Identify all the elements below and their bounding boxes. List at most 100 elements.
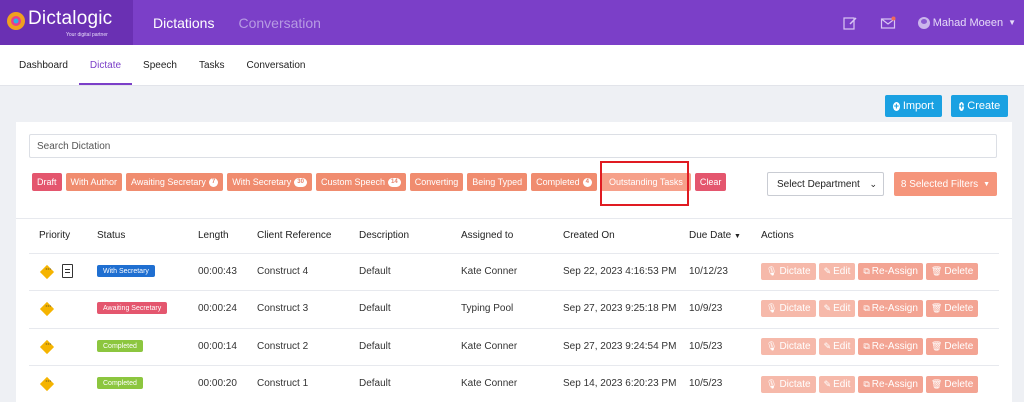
header-due-date[interactable]: Due Date ▼	[689, 230, 741, 241]
client-cell: Construct 3	[257, 303, 309, 314]
chip-count: 7	[208, 177, 219, 187]
sort-desc-icon: ▼	[734, 233, 741, 240]
header-length[interactable]: Length	[198, 230, 229, 241]
header-description[interactable]: Description	[359, 230, 409, 241]
reassign-label: Re-Assign	[871, 303, 918, 314]
dictate-label: Dictate	[779, 341, 811, 352]
delete-label: Delete	[944, 341, 974, 352]
department-select[interactable]: Select Department ⌄	[767, 172, 884, 196]
assigned-cell: Kate Conner	[461, 266, 518, 277]
due-cell: 10/5/23	[689, 341, 723, 352]
trash-icon: 🗑	[930, 303, 943, 313]
dictate-label: Dictate	[779, 266, 811, 277]
dictate-button[interactable]: 🎙 Dictate	[761, 338, 816, 355]
edit-button[interactable]: ✎ Edit	[818, 300, 856, 317]
tab-conversation[interactable]: Conversation	[236, 45, 317, 85]
reassign-label: Re-Assign	[871, 379, 918, 390]
description-cell: Default	[359, 303, 391, 314]
user-name: Mahad Moeen	[932, 16, 1004, 29]
chip-converting[interactable]: Converting	[409, 173, 464, 191]
chip-with-author[interactable]: With Author	[65, 173, 123, 191]
edit-button[interactable]: ✎ Edit	[818, 376, 856, 393]
tab-speech[interactable]: Speech	[132, 45, 188, 85]
edit-label: Edit	[833, 303, 851, 314]
tab-dashboard[interactable]: Dashboard	[8, 45, 79, 85]
topnav-dictations[interactable]: Dictations	[153, 15, 214, 31]
chip-awaiting-secretary[interactable]: Awaiting Secretary 7	[126, 173, 224, 191]
header-status[interactable]: Status	[97, 230, 125, 241]
description-cell: Default	[359, 378, 391, 389]
status-badge: Awaiting Secretary	[97, 302, 168, 314]
row-divider	[29, 290, 999, 291]
caret-down-icon: ▼	[983, 180, 991, 188]
priority-medium-icon	[39, 264, 55, 280]
chip-count: 4	[582, 177, 592, 187]
delete-label: Delete	[944, 266, 974, 277]
header-client-reference[interactable]: Client Reference	[257, 230, 331, 241]
chip-completed[interactable]: Completed 4	[531, 173, 597, 191]
delete-button[interactable]: 🗑 Delete	[925, 376, 979, 393]
chip-label: Being Typed	[472, 177, 523, 187]
edit-label: Edit	[833, 341, 851, 352]
edit-button[interactable]: ✎ Edit	[818, 263, 856, 280]
length-cell: 00:00:14	[198, 341, 237, 352]
reassign-button[interactable]: ⧉ Re-Assign	[858, 338, 923, 355]
chip-being-typed[interactable]: Being Typed	[467, 173, 528, 191]
reassign-icon: ⧉	[863, 303, 870, 313]
logo[interactable]: Dictalogic Your digital partner	[0, 0, 133, 45]
priority-medium-icon	[39, 376, 55, 392]
chip-count: 14	[388, 177, 401, 187]
chip-draft[interactable]: Draft	[32, 173, 62, 191]
logo-mark-icon	[7, 12, 25, 30]
trash-icon: 🗑	[930, 341, 943, 351]
due-cell: 10/9/23	[689, 303, 723, 314]
trash-icon: 🗑	[930, 379, 943, 389]
delete-button[interactable]: 🗑 Delete	[925, 338, 979, 355]
plus-icon: +	[893, 100, 900, 111]
dictate-button[interactable]: 🎙 Dictate	[761, 376, 816, 393]
tab-dictate[interactable]: Dictate	[78, 45, 133, 85]
plus-icon: +	[959, 100, 965, 111]
reassign-button[interactable]: ⧉ Re-Assign	[858, 300, 923, 317]
tab-tasks[interactable]: Tasks	[188, 45, 236, 85]
chip-with-secretary[interactable]: With Secretary 30	[227, 173, 312, 191]
chip-label: Converting	[414, 177, 459, 187]
mic-icon: 🎙	[766, 303, 778, 313]
row-actions: 🎙 Dictate ✎ Edit ⧉ Re-Assign 🗑 Delete	[761, 300, 979, 317]
user-menu[interactable]: Mahad Moeen ▼	[917, 16, 1016, 29]
reassign-button[interactable]: ⧉ Re-Assign	[858, 376, 923, 393]
edit-button[interactable]: ✎ Edit	[818, 338, 856, 355]
avatar	[917, 16, 930, 29]
header-priority[interactable]: Priority	[39, 230, 70, 241]
delete-button[interactable]: 🗑 Delete	[925, 263, 979, 280]
chip-custom-speech[interactable]: Custom Speech 14	[315, 173, 406, 191]
chip-clear[interactable]: Clear	[694, 173, 727, 191]
mail-icon[interactable]	[880, 15, 896, 31]
search-input[interactable]: Search Dictation	[29, 134, 997, 158]
reassign-icon: ⧉	[863, 341, 870, 351]
status-badge: With Secretary	[97, 265, 155, 277]
dictate-button[interactable]: 🎙 Dictate	[761, 263, 816, 280]
status-badge: Completed	[97, 340, 143, 352]
edit-note-icon[interactable]	[842, 15, 858, 31]
edit-icon: ✎	[823, 341, 832, 351]
brand-tagline: Your digital partner	[66, 32, 108, 38]
delete-button[interactable]: 🗑 Delete	[925, 300, 979, 317]
dictate-button[interactable]: 🎙 Dictate	[761, 300, 816, 317]
selected-filters-button[interactable]: 8 Selected Filters ▼	[894, 172, 997, 196]
due-date-label: Due Date	[689, 230, 732, 241]
header-created-on[interactable]: Created On	[563, 230, 615, 241]
chevron-down-icon: ▼	[1008, 18, 1016, 27]
chip-label: Awaiting Secretary	[131, 177, 206, 187]
document-icon[interactable]	[62, 264, 73, 278]
topnav-conversation[interactable]: Conversation	[238, 15, 321, 31]
divider	[16, 218, 1012, 219]
priority-medium-icon	[39, 339, 55, 355]
import-button[interactable]: + Import	[885, 95, 942, 117]
reassign-button[interactable]: ⧉ Re-Assign	[858, 263, 923, 280]
edit-icon: ✎	[823, 266, 832, 276]
row-actions: 🎙 Dictate ✎ Edit ⧉ Re-Assign 🗑 Delete	[761, 338, 979, 355]
client-cell: Construct 1	[257, 378, 309, 389]
header-assigned-to[interactable]: Assigned to	[461, 230, 513, 241]
create-button[interactable]: + Create	[951, 95, 1008, 117]
